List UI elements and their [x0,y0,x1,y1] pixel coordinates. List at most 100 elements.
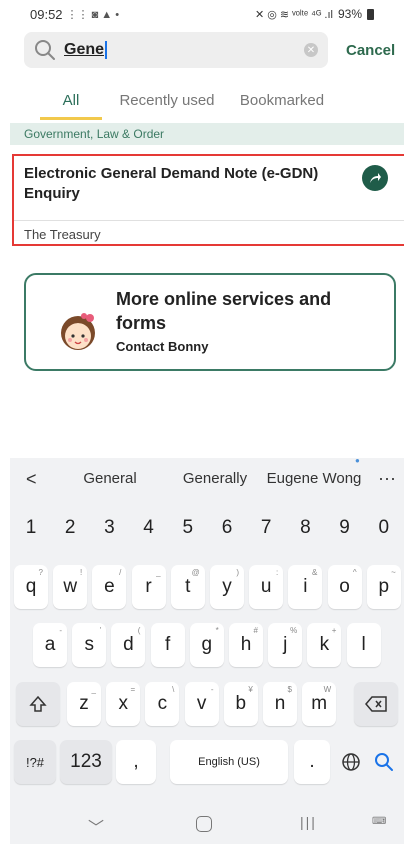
number-key-5[interactable]: 5 [171,506,205,550]
key-alt-symbol: @ [191,568,200,577]
number-key-2[interactable]: 2 [53,506,87,550]
letter-key-s[interactable]: s ' [72,623,107,667]
key-label: b [235,693,247,714]
letter-key-l[interactable]: l [346,623,381,667]
shift-key[interactable] [16,682,60,726]
divider [14,220,404,221]
key-alt-symbol: ' [99,626,102,635]
suggestion-3[interactable]: Eugene Wong [264,470,364,487]
key-label: 9 [339,517,350,538]
period-key[interactable]: . [294,740,330,784]
letter-key-e[interactable]: e / [92,565,127,609]
number-key-1[interactable]: 1 [14,506,48,550]
key-label: p [378,576,390,597]
chevron-left-icon[interactable]: < [26,469,37,490]
search-key[interactable] [366,740,402,784]
letter-key-r[interactable]: r _ [131,565,166,609]
letter-key-u[interactable]: u: [249,565,284,609]
tab-bookmarked[interactable]: Bookmarked [232,80,332,120]
letter-key-b[interactable]: b ¥ [223,682,258,726]
number-key-8[interactable]: 8 [288,506,322,550]
number-key-9[interactable]: 9 [328,506,362,550]
letter-key-q[interactable]: q? [14,565,48,609]
numbers-key[interactable]: 123 [60,740,112,784]
key-label: c [157,693,168,714]
globe-icon [342,753,360,771]
number-key-4[interactable]: 4 [132,506,166,550]
result-department: The Treasury [24,227,101,242]
letter-key-g[interactable]: g * [189,623,224,667]
key-label: 3 [104,517,115,538]
key-label: a [44,634,56,655]
clear-search-icon[interactable]: ✕ [304,43,318,57]
open-service-button[interactable] [362,165,388,191]
letter-key-p[interactable]: p ~ [366,565,401,609]
letter-key-d[interactable]: d( [111,623,146,667]
letter-key-t[interactable]: t @ [170,565,205,609]
bonny-avatar [61,313,95,350]
home-icon[interactable] [196,816,212,832]
symbols-key[interactable]: !?# [14,740,56,784]
space-key[interactable]: English (US) [170,740,288,784]
key-alt-symbol: ? [38,568,43,577]
key-label: h [240,634,252,655]
letter-key-w[interactable]: w! [53,565,88,609]
key-label: t [185,576,191,597]
search-result-item[interactable]: Electronic General Demand Note (e-GDN) E… [12,154,404,246]
contact-icon: ● [355,456,360,465]
backspace-key[interactable] [354,682,398,726]
number-key-0[interactable]: 0 [367,506,401,550]
letter-key-h[interactable]: h # [229,623,263,667]
letter-key-o[interactable]: o ^ [327,565,362,609]
tab-recently-used[interactable]: Recently used [112,80,222,120]
letter-key-a[interactable]: a- [33,623,67,667]
more-services-card[interactable]: More online services and forms Contact B… [24,273,396,371]
key-row-4: !?# 123 , English (US) . [10,740,404,786]
letter-key-m[interactable]: mW [302,682,337,726]
number-key-3[interactable]: 3 [92,506,126,550]
search-input[interactable]: Gene [64,40,304,59]
key-alt-symbol: / [119,568,122,577]
letter-key-f[interactable]: f [150,623,185,667]
tab-all[interactable]: All [40,80,102,120]
suggestion-1[interactable]: General [70,470,150,487]
language-key[interactable] [336,740,366,784]
suggestion-2[interactable]: Generally [170,470,260,487]
number-key-6[interactable]: 6 [210,506,244,550]
letter-key-y[interactable]: y) [210,565,244,609]
key-label: x [118,693,128,714]
letter-key-j[interactable]: j% [268,623,303,667]
letter-key-x[interactable]: x = [106,682,141,726]
search-icon [375,753,393,771]
comma-key[interactable]: , [116,740,156,784]
key-alt-symbol: ) [236,568,239,577]
key-label: e [104,576,115,597]
key-label: 8 [300,517,311,538]
letter-key-v[interactable]: v- [184,682,219,726]
hide-keyboard-icon[interactable]: ﹀ [88,814,104,838]
key-label: r [145,576,152,597]
number-key-7[interactable]: 7 [249,506,283,550]
status-right-icons: ✕ ◎ ≋ ᵛᵒˡᵗᵉ ⁴ᴳ .ıl 93% [255,7,374,21]
more-options-icon[interactable]: ··· [378,468,396,489]
keyboard-switch-icon[interactable]: ⌨ [372,816,386,827]
key-alt-symbol: - [210,685,214,694]
cancel-button[interactable]: Cancel [346,42,395,59]
contact-bonny-link[interactable]: Contact Bonny [116,339,208,354]
key-alt-symbol: # [253,626,258,635]
recent-apps-icon[interactable]: ||| [300,814,317,830]
letter-key-z[interactable]: z _ [67,682,101,726]
key-alt-symbol: - [59,626,62,635]
letter-key-c[interactable]: c \ [145,682,180,726]
key-label: s [84,634,94,655]
key-label: l [361,634,366,655]
letter-key-i[interactable]: i & [288,565,323,609]
search-box[interactable]: Gene ✕ [24,32,328,68]
status-network-icons: ✕ ◎ ≋ ᵛᵒˡᵗᵉ ⁴ᴳ .ıl [254,8,333,21]
key-label: o [339,576,350,597]
letter-key-n[interactable]: n $ [263,682,297,726]
result-title: Electronic General Demand Note (e-GDN) E… [24,165,319,202]
letter-key-k[interactable]: k + [307,623,342,667]
backspace-icon [365,696,387,712]
key-alt-symbol: \ [172,685,175,694]
